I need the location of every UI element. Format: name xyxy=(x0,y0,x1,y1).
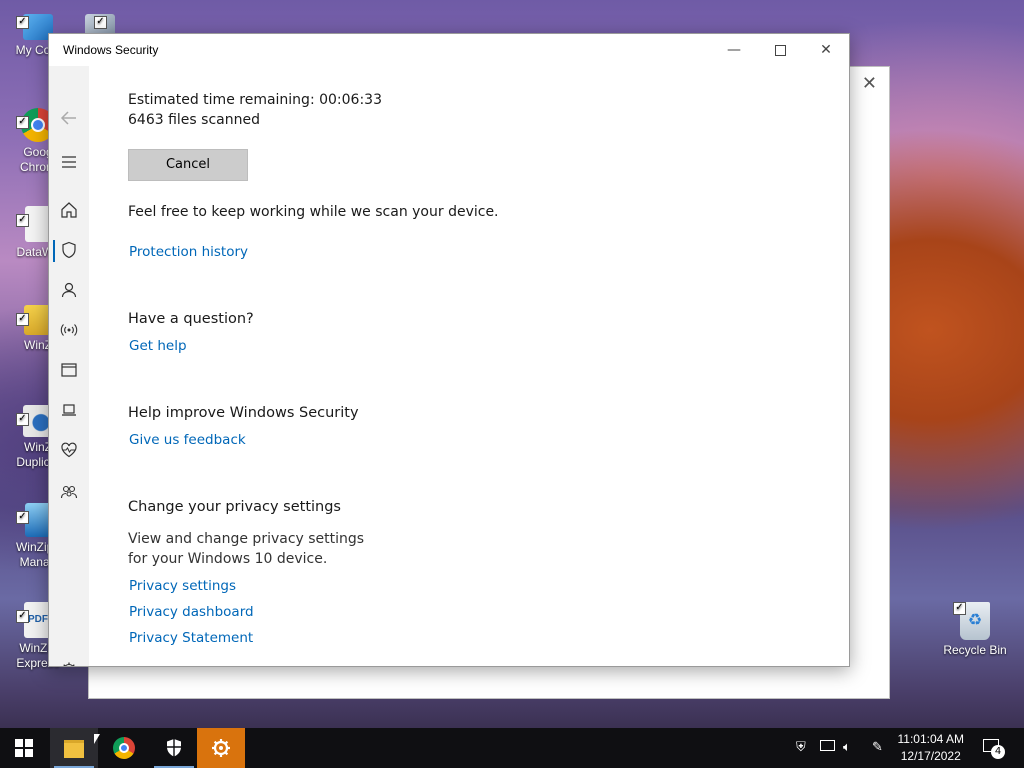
question-heading: Have a question? xyxy=(128,311,254,327)
account-protection-icon[interactable] xyxy=(59,280,79,300)
privacy-heading: Change your privacy settings xyxy=(128,499,341,515)
taskbar: ⛨ 🔈︎ ✎ 11:01:04 AM 12/17/2022 4 xyxy=(0,728,1024,768)
title-bar[interactable]: Windows Security — ✕ xyxy=(49,34,849,66)
privacy-settings-link[interactable]: Privacy settings xyxy=(129,578,236,594)
taskbar-windows-security[interactable] xyxy=(150,728,198,768)
checkbox-icon: ✓ xyxy=(16,214,29,227)
files-scanned: 6463 files scanned xyxy=(128,112,260,128)
device-security-icon[interactable] xyxy=(59,400,79,420)
clock-date: 12/17/2022 xyxy=(900,749,961,763)
family-options-icon[interactable] xyxy=(59,482,79,502)
checkbox-icon: ✓ xyxy=(953,602,966,615)
settings-gear-icon[interactable] xyxy=(59,660,79,667)
main-content: Estimated time remaining: 00:06:33 6463 … xyxy=(89,66,849,666)
volume-icon[interactable]: 🔈︎ xyxy=(843,740,851,755)
keep-working-text: Feel free to keep working while we scan … xyxy=(128,204,499,220)
shield-icon[interactable] xyxy=(59,240,79,260)
desktop-icon-label: Recycle Bin xyxy=(943,643,1007,657)
time-remaining: Estimated time remaining: 00:06:33 xyxy=(128,92,382,108)
network-icon[interactable] xyxy=(820,740,835,755)
give-feedback-link[interactable]: Give us feedback xyxy=(129,432,246,448)
pen-icon[interactable]: ✎ xyxy=(872,740,883,755)
selected-indicator xyxy=(53,240,55,262)
settings-gear-icon xyxy=(212,739,230,757)
notification-button[interactable]: 4 xyxy=(980,736,1006,760)
minimize-icon: — xyxy=(727,42,741,58)
taskbar-file-explorer[interactable] xyxy=(50,728,98,768)
close-icon[interactable]: ✕ xyxy=(862,73,877,94)
desktop-icon-recycle-bin[interactable]: ♻ Recycle Bin ✓ xyxy=(937,602,1013,658)
protection-history-link[interactable]: Protection history xyxy=(129,244,248,260)
close-icon: ✕ xyxy=(820,42,832,58)
chrome-icon xyxy=(113,737,135,759)
get-help-link[interactable]: Get help xyxy=(129,338,187,354)
folder-icon xyxy=(64,740,84,758)
maximize-button[interactable] xyxy=(757,34,803,66)
improve-heading: Help improve Windows Security xyxy=(128,405,359,421)
device-health-icon[interactable] xyxy=(59,440,79,460)
minimize-button[interactable]: — xyxy=(711,34,757,66)
checkbox-icon: ✓ xyxy=(16,116,29,129)
hamburger-menu-icon[interactable] xyxy=(59,152,79,172)
checkbox-icon: ✓ xyxy=(16,511,29,524)
back-arrow-icon[interactable] xyxy=(59,108,79,128)
app-browser-control-icon[interactable] xyxy=(59,360,79,380)
notification-count-badge: 4 xyxy=(991,745,1005,759)
cursor-icon xyxy=(94,734,100,744)
checkbox-icon: ✓ xyxy=(16,16,29,29)
privacy-statement-link[interactable]: Privacy Statement xyxy=(129,630,253,646)
shield-icon xyxy=(167,739,181,757)
privacy-description-line1: View and change privacy settings xyxy=(128,531,365,547)
checkbox-icon: ✓ xyxy=(16,413,29,426)
maximize-icon xyxy=(774,44,786,56)
checkbox-icon: ✓ xyxy=(16,610,29,623)
taskbar-chrome[interactable] xyxy=(94,728,148,768)
checkbox-icon: ✓ xyxy=(94,16,107,29)
windows-security-window: Windows Security — ✕ Estimated time rema… xyxy=(48,33,850,667)
privacy-dashboard-link[interactable]: Privacy dashboard xyxy=(129,604,254,620)
clock-time: 11:01:04 AM xyxy=(897,732,965,746)
checkbox-icon: ✓ xyxy=(16,313,29,326)
window-title: Windows Security xyxy=(63,43,159,57)
navigation-rail xyxy=(49,66,89,666)
home-icon[interactable] xyxy=(59,200,79,220)
taskbar-settings[interactable] xyxy=(197,728,245,768)
windows-logo-icon xyxy=(15,739,33,757)
cancel-button[interactable]: Cancel xyxy=(128,149,248,181)
privacy-description-line2: for your Windows 10 device. xyxy=(128,551,328,567)
start-button[interactable] xyxy=(0,728,48,768)
firewall-network-icon[interactable] xyxy=(59,320,79,340)
close-button[interactable]: ✕ xyxy=(803,34,849,66)
clock[interactable]: 11:01:04 AM 12/17/2022 xyxy=(898,731,965,765)
security-tray-icon[interactable]: ⛨ xyxy=(796,740,806,755)
